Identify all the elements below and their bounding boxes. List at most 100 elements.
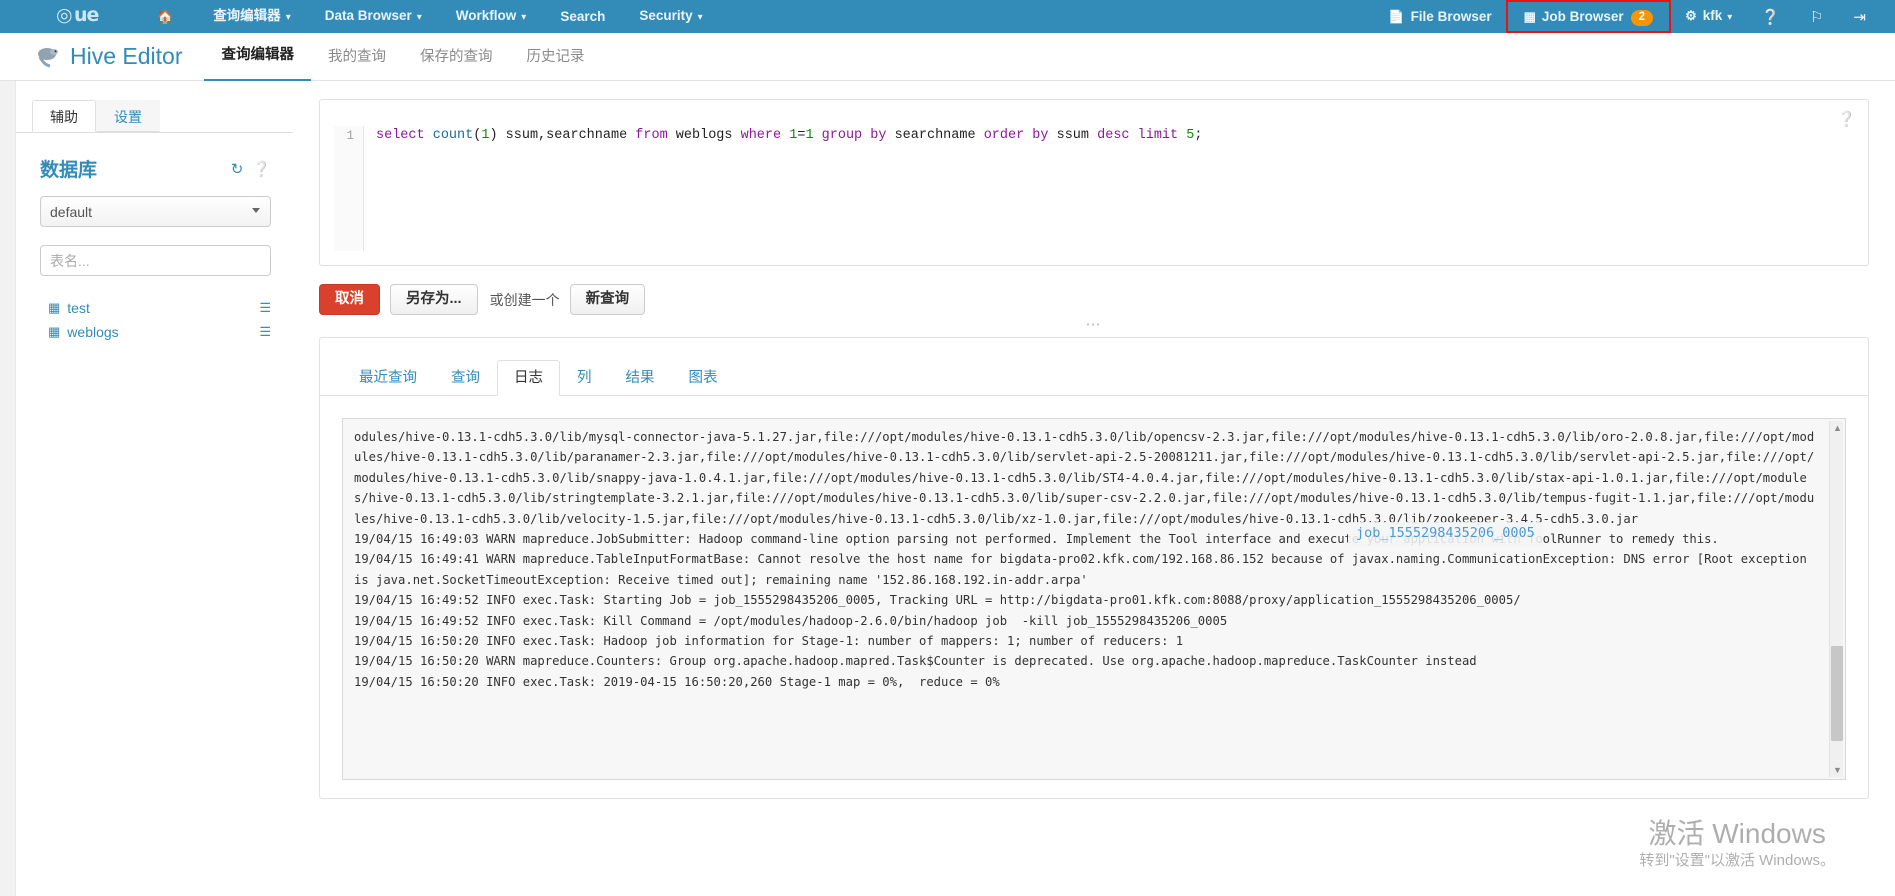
top-navbar-right: 📄 File Browser ▦ Job Browser 2 ⚙ kfk ▾ ❔ ⚐ ⇥ (1374, 0, 1881, 34)
sql-token: weblogs (675, 128, 741, 143)
table-filter-wrap (40, 245, 271, 276)
nav-file-browser-label: File Browser (1410, 9, 1492, 24)
svg-text:ue: ue (74, 5, 99, 25)
sidebar-tab-settings-label: 设置 (114, 109, 142, 125)
chevron-down-icon: ▾ (416, 12, 422, 23)
database-select[interactable]: default (40, 196, 271, 227)
tab-recent-queries[interactable]: 最近查询 (342, 360, 434, 396)
nav-home[interactable]: 🏠 (140, 0, 196, 33)
tab-recent-queries-label: 最近查询 (359, 370, 417, 386)
tab-query[interactable]: 查询 (434, 360, 497, 396)
sql-token: count (432, 128, 474, 143)
cancel-button[interactable]: 取消 (319, 284, 380, 315)
sidebar-body: 数据库 ↻ ❔ default ▦ test ☰ (16, 155, 293, 344)
table-list-item[interactable]: ▦ weblogs ☰ (40, 320, 271, 344)
nav-workflow[interactable]: Workflow ▾ (439, 0, 544, 34)
nav-query-editor-label: 查询编辑器 (213, 8, 281, 23)
tab-columns-label: 列 (577, 370, 592, 386)
sidebar-tab-settings[interactable]: 设置 (96, 100, 160, 132)
database-select-wrap: default (40, 196, 271, 227)
log-output-box[interactable]: odules/hive-0.13.1-cdh5.3.0/lib/mysql-co… (342, 418, 1846, 780)
sql-token: where (740, 128, 790, 143)
hue-logo[interactable]: ◎ ue (56, 4, 114, 29)
table-columns-icon[interactable]: ☰ (259, 324, 271, 340)
sidebar-tab-assist[interactable]: 辅助 (32, 100, 96, 132)
tab-history-label: 历史记录 (526, 48, 585, 65)
table-name[interactable]: weblogs (67, 324, 118, 340)
refresh-icon[interactable]: ↻ (231, 160, 244, 178)
file-icon: 📄 (1388, 9, 1405, 24)
sql-token: ) ssum,searchname (489, 128, 636, 143)
database-header-icons: ↻ ❔ (231, 160, 271, 178)
sql-token: ssum (1056, 128, 1098, 143)
help-icon[interactable]: ❔ (252, 160, 271, 178)
tab-query-editor-label: 查询编辑器 (221, 47, 294, 63)
save-as-button[interactable]: 另存为... (390, 284, 478, 315)
left-gutter (0, 81, 16, 896)
log-output-text: odules/hive-0.13.1-cdh5.3.0/lib/mysql-co… (354, 430, 1815, 689)
tab-saved-queries[interactable]: 保存的查询 (403, 33, 510, 81)
hue-logo-svg: ◎ ue (56, 4, 100, 26)
home-icon: 🏠 (157, 9, 174, 24)
sql-query-text[interactable]: select count(1) ssum,searchname from web… (364, 126, 1202, 251)
nav-job-browser-label: Job Browser (1541, 9, 1624, 24)
logout-icon[interactable]: ⇥ (1838, 8, 1881, 26)
tab-log[interactable]: 日志 (497, 360, 560, 396)
table-columns-icon[interactable]: ☰ (259, 300, 271, 316)
nav-query-editor[interactable]: 查询编辑器 ▾ (196, 0, 308, 34)
log-scrollbar[interactable]: ▲ ▼ (1829, 421, 1843, 777)
table-icon: ▦ (48, 324, 61, 339)
tab-log-label: 日志 (514, 370, 543, 386)
nav-job-browser[interactable]: ▦ Job Browser 2 (1510, 0, 1667, 33)
table-list-item[interactable]: ▦ test ☰ (40, 296, 271, 320)
scrollbar-thumb[interactable] (1831, 646, 1843, 741)
tab-results[interactable]: 结果 (609, 360, 672, 396)
nav-security[interactable]: Security ▾ (622, 0, 719, 34)
scroll-up-icon[interactable]: ▲ (1833, 423, 1842, 433)
page-body: 辅助 设置 数据库 ↻ ❔ default 表名... ▦ test ☰ ▦ w… (0, 81, 1895, 896)
tab-results-label: 结果 (625, 370, 655, 386)
chevron-down-icon: ▾ (1727, 12, 1733, 23)
table-filter-input[interactable] (40, 245, 271, 276)
nav-data-browser[interactable]: Data Browser ▾ (308, 0, 439, 34)
nav-file-browser[interactable]: 📄 File Browser (1374, 0, 1505, 33)
sql-token: 1 (805, 128, 822, 143)
flag-icon[interactable]: ⚐ (1795, 8, 1838, 26)
nav-search[interactable]: Search (543, 0, 622, 33)
tab-query-editor[interactable]: 查询编辑器 (204, 31, 311, 82)
results-tabs: 最近查询 查询 日志 列 结果 图表 (320, 338, 1868, 396)
results-panel: 最近查询 查询 日志 列 结果 图表 odules/hive-0.13.1-cd… (319, 337, 1869, 799)
editor-help-icon[interactable]: ❔ (1837, 110, 1856, 128)
nav-search-label: Search (560, 9, 606, 24)
scroll-down-icon[interactable]: ▼ (1833, 765, 1842, 775)
new-query-button[interactable]: 新查询 (569, 284, 646, 315)
svg-text:◎: ◎ (56, 5, 72, 25)
editor-button-row: 取消 另存为... 或创建一个 新查询 (319, 284, 1869, 315)
tab-saved-queries-label: 保存的查询 (419, 48, 493, 65)
tab-my-queries[interactable]: 我的查询 (311, 33, 403, 81)
nav-user-menu[interactable]: ⚙ kfk ▾ (1671, 0, 1746, 34)
assist-sidebar: 辅助 设置 数据库 ↻ ❔ default 表名... ▦ test ☰ ▦ w… (16, 81, 293, 896)
table-name[interactable]: test (67, 300, 90, 316)
hive-logo-icon (36, 45, 62, 69)
nav-workflow-label: Workflow (455, 8, 517, 23)
table-list: ▦ test ☰ ▦ weblogs ☰ (40, 296, 271, 344)
main-content: ❔ 1 select count(1) ssum,searchname from… (293, 81, 1895, 896)
job-browser-highlight-box: ▦ Job Browser 2 (1505, 0, 1672, 33)
gear-icon: ⚙ (1685, 8, 1697, 23)
panel-resize-handle[interactable]: ⋯ (319, 315, 1869, 337)
tab-charts-label: 图表 (688, 370, 718, 386)
sql-token: order by (983, 128, 1057, 143)
app-title: Hive Editor (36, 43, 182, 70)
tab-history[interactable]: 历史记录 (509, 33, 601, 81)
help-icon[interactable]: ❔ (1746, 8, 1795, 26)
tab-columns[interactable]: 列 (560, 360, 609, 396)
code-line-numbers: 1 (334, 126, 364, 251)
nav-user-label: kfk (1702, 8, 1723, 23)
sql-token: searchname (894, 128, 984, 143)
top-navbar: ◎ ue 🏠 查询编辑器 ▾ Data Browser ▾ Workflow ▾ Se… (0, 0, 1895, 33)
chevron-down-icon: ▾ (285, 12, 291, 23)
tab-charts[interactable]: 图表 (672, 360, 735, 396)
sidebar-tab-assist-label: 辅助 (50, 109, 78, 125)
sql-code-area[interactable]: 1 select count(1) ssum,searchname from w… (334, 126, 1854, 251)
